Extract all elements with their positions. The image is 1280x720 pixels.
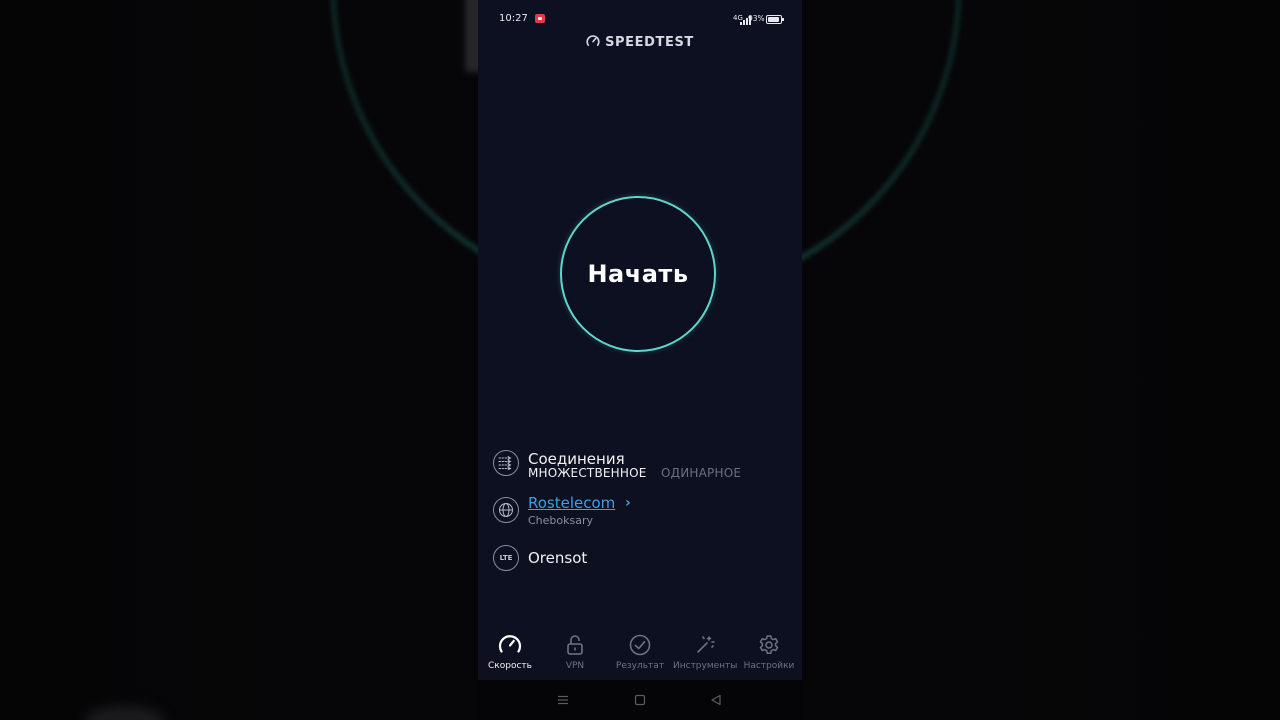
speedometer-icon xyxy=(498,635,522,653)
chevron-right-icon[interactable]: › xyxy=(625,495,631,511)
start-test-button[interactable]: Начать xyxy=(560,196,716,352)
connections-icon xyxy=(493,450,519,476)
brand-name: SPEEDTEST xyxy=(605,35,694,50)
battery-percent: 93% xyxy=(748,14,765,23)
status-bar: 10:27 4G 93% xyxy=(478,12,802,28)
gear-icon xyxy=(759,635,779,654)
server-city: Cheboksary xyxy=(528,514,594,527)
battery-icon xyxy=(766,15,784,24)
tab-speed[interactable]: Скорость xyxy=(478,632,542,680)
background-shade-right xyxy=(802,0,1280,720)
tab-vpn-label: VPN xyxy=(565,661,585,671)
tab-results-label: Результат xyxy=(615,661,665,671)
speedtest-logo-icon xyxy=(586,35,600,46)
connections-single-option[interactable]: ОДИНАРНОЕ xyxy=(661,466,741,480)
globe-icon xyxy=(493,497,519,523)
tab-vpn[interactable]: VPN xyxy=(543,632,607,680)
tab-settings[interactable]: Настройки xyxy=(737,632,801,680)
menu-lines-icon xyxy=(558,695,568,705)
triangle-back-icon xyxy=(711,694,721,706)
status-time: 10:27 xyxy=(499,13,528,24)
tab-tools[interactable]: Инструменты xyxy=(673,632,737,680)
unlock-icon xyxy=(567,635,583,655)
connections-multiple-option[interactable]: МНОЖЕСТВЕННОЕ xyxy=(528,466,647,480)
screen-record-icon xyxy=(535,14,545,23)
check-circle-icon xyxy=(629,634,651,656)
tab-speed-label: Скорость xyxy=(488,661,532,671)
recent-apps-button[interactable] xyxy=(553,692,573,708)
square-icon xyxy=(634,694,646,706)
system-navigation-bar xyxy=(478,680,802,720)
lte-badge: LTE xyxy=(499,554,513,562)
server-provider-link[interactable]: Rostelecom xyxy=(528,494,615,512)
tab-tools-label: Инструменты xyxy=(673,661,738,671)
home-button[interactable] xyxy=(630,692,650,708)
tab-settings-label: Настройки xyxy=(743,661,795,671)
app-header: SPEEDTEST xyxy=(478,34,802,50)
tab-results[interactable]: Результат xyxy=(608,632,672,680)
screen: На 10:27 4G 93% SPEEDTEST Начать xyxy=(0,0,1280,720)
magic-wand-icon xyxy=(697,636,715,653)
lte-icon: LTE xyxy=(493,545,519,571)
phone-screen: 10:27 4G 93% SPEEDTEST Начать Соединения… xyxy=(478,0,802,720)
background-shade-left xyxy=(0,0,478,720)
back-button[interactable] xyxy=(706,692,726,708)
network-operator: Orensot xyxy=(528,549,588,567)
start-test-label: Начать xyxy=(587,260,689,288)
bottom-tab-bar: Скорость VPN Результат Инструменты Настр… xyxy=(478,632,802,680)
